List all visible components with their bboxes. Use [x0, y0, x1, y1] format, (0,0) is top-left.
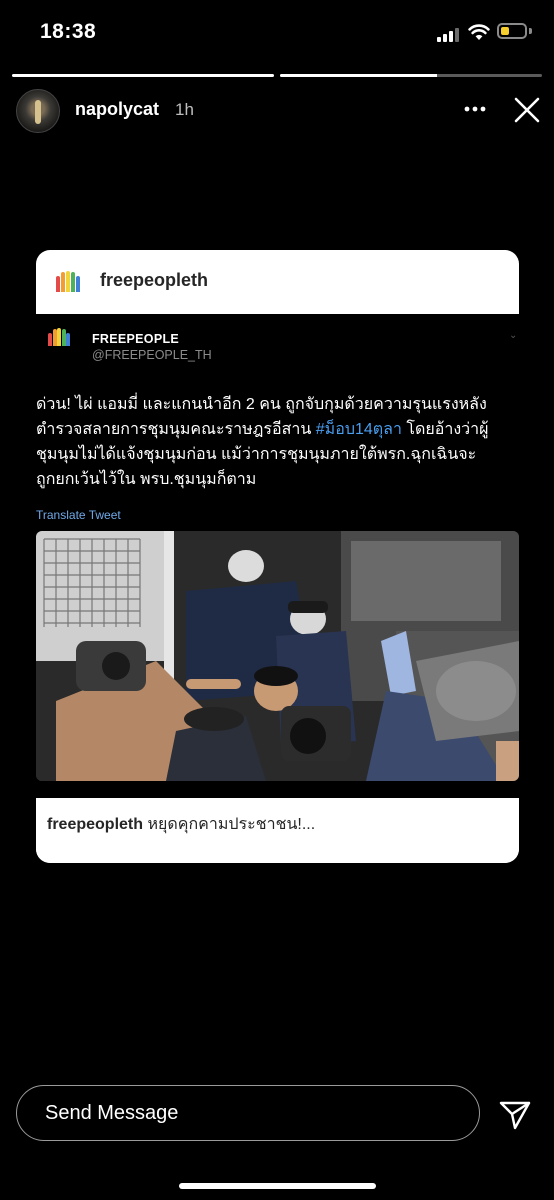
story-username[interactable]: napolycat — [75, 99, 159, 120]
shared-post-card[interactable]: freepeopleth FREEPEOPLE @FREEPEOPLE_TH ⌄… — [36, 250, 519, 863]
tweet-hashtag[interactable]: #ม็อบ14ตุลา — [316, 421, 402, 438]
send-message-placeholder: Send Message — [45, 1102, 179, 1124]
wifi-icon — [468, 24, 490, 40]
cellular-signal-icon — [437, 26, 461, 42]
status-time: 18:38 — [40, 20, 97, 43]
story-header: napolycat 1h — [0, 85, 554, 135]
translate-tweet-link[interactable]: Translate Tweet — [36, 508, 121, 522]
tweet-line-2-end: โดยอ้างว่าผู้ — [401, 421, 489, 438]
tweet-line-1: ด่วน! ไผ่ แอมมี่ และแกนนำอีก 2 คน ถูกจับ… — [36, 396, 487, 413]
battery-tip — [529, 28, 532, 34]
caption-text: freepeopleth หยุดคุกคามประชาชน!... — [47, 812, 315, 837]
tweet-line-4: ถูกยกเว้นไว้ใน พรบ.ชุมนุมก็ตาม — [36, 471, 257, 488]
shared-post-header[interactable]: freepeopleth — [36, 250, 519, 314]
caption-body: หยุดคุกคามประชาชน!... — [143, 816, 316, 833]
tweet-media-photo — [36, 531, 519, 781]
send-message-input[interactable]: Send Message — [16, 1085, 480, 1141]
status-bar: 18:38 — [0, 0, 554, 70]
chevron-down-icon: ⌄ — [509, 330, 518, 341]
tweet-display-name: FREEPEOPLE — [92, 332, 180, 346]
send-paper-plane-icon[interactable] — [498, 1097, 532, 1131]
tweet-line-3: ชุมนุมไม่ได้แจ้งชุมนุมก่อน แม้ว่าการชุมน… — [36, 446, 477, 463]
close-icon[interactable] — [512, 95, 542, 125]
story-progress-fill-2 — [280, 74, 438, 77]
shared-post-account[interactable]: freepeopleth — [100, 270, 208, 291]
story-time-ago: 1h — [175, 100, 194, 119]
photo-of-arrest-icon — [36, 531, 519, 781]
avatar[interactable] — [16, 89, 60, 133]
embedded-tweet: FREEPEOPLE @FREEPEOPLE_TH ⌄ ด่วน! ไผ่ แอ… — [36, 314, 519, 798]
story-progress-segment-2 — [280, 74, 542, 77]
rainbow-bars-logo-icon — [56, 271, 80, 292]
tweet-handle: @FREEPEOPLE_TH — [92, 348, 212, 362]
home-indicator[interactable] — [179, 1183, 376, 1189]
story-progress-fill-1 — [12, 74, 274, 77]
tweet-line-2-start: ตำรวจสลายการชุมนุมคณะราษฎรอีสาน — [36, 421, 316, 438]
tweet-text: ด่วน! ไผ่ แอมมี่ และแกนนำอีก 2 คน ถูกจับ… — [36, 392, 519, 492]
tweet-avatar-logo-icon — [48, 328, 70, 362]
story-progress-segment-1 — [12, 74, 274, 77]
tweet-line-2: ตำรวจสลายการชุมนุมคณะราษฎรอีสาน #ม็อบ14ต… — [36, 417, 519, 442]
more-horizontal-icon[interactable] — [462, 99, 488, 119]
caption-username: freepeopleth — [47, 816, 144, 833]
battery-icon — [497, 23, 527, 39]
shared-post-caption[interactable]: freepeopleth หยุดคุกคามประชาชน!... — [36, 798, 519, 863]
